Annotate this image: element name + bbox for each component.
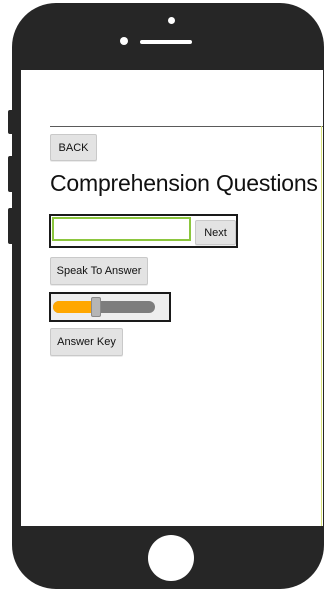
volume-slider[interactable] [49, 292, 171, 322]
header-divider [50, 126, 323, 127]
slider-track[interactable] [53, 301, 155, 313]
phone-body: BACK Comprehension Questions Next Speak … [12, 3, 324, 589]
speak-to-answer-button[interactable]: Speak To Answer [50, 257, 148, 285]
device-frame: BACK Comprehension Questions Next Speak … [0, 0, 326, 592]
camera-icon [168, 17, 175, 24]
slider-thumb[interactable] [91, 297, 101, 317]
answer-input[interactable] [52, 217, 191, 241]
home-button-icon[interactable] [148, 535, 194, 581]
answer-key-button[interactable]: Answer Key [50, 328, 123, 356]
page-title: Comprehension Questions [50, 170, 318, 196]
content-edge-divider [321, 126, 322, 526]
app-screen: BACK Comprehension Questions Next Speak … [21, 70, 323, 526]
back-button[interactable]: BACK [50, 134, 97, 161]
next-button[interactable]: Next [195, 220, 236, 245]
slider-fill [53, 301, 96, 313]
speaker-icon [140, 40, 192, 44]
answer-row: Next [49, 214, 238, 248]
sensor-dot-icon [120, 37, 128, 45]
